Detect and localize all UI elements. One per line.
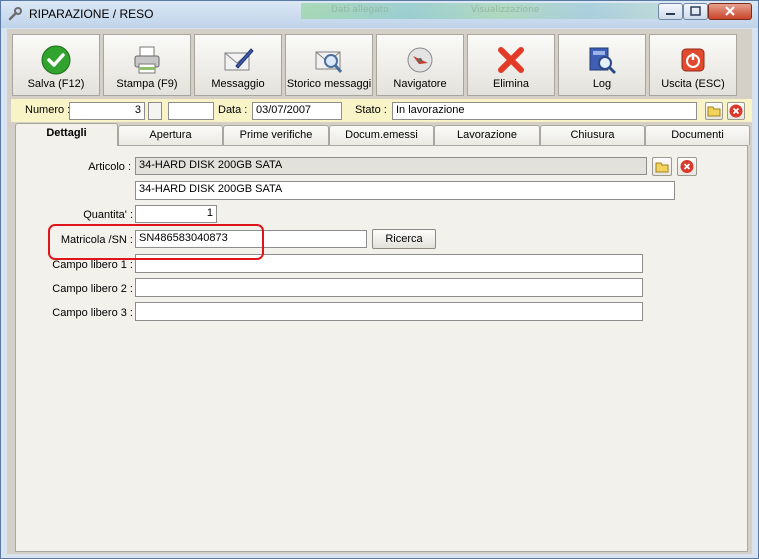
quantita-field[interactable]: 1 bbox=[135, 205, 217, 223]
clear-icon bbox=[680, 160, 694, 173]
check-icon bbox=[41, 45, 71, 75]
maximize-button[interactable] bbox=[683, 3, 708, 20]
data-label: Data : bbox=[218, 104, 248, 116]
numero-extra-field[interactable] bbox=[168, 102, 214, 120]
campo-libero-1-label: Campo libero 1 : bbox=[52, 259, 133, 271]
close-icon bbox=[725, 6, 735, 16]
log-button[interactable]: Log bbox=[558, 34, 646, 96]
stato-clear-button[interactable] bbox=[727, 102, 745, 120]
ricerca-button[interactable]: Ricerca bbox=[372, 229, 436, 249]
info-bar: Numero : 3 Data : 03/07/2007 Stato : In … bbox=[11, 99, 752, 122]
uscita-button[interactable]: Uscita (ESC) bbox=[649, 34, 737, 96]
navigatore-label: Navigatore bbox=[393, 78, 447, 90]
stato-field[interactable]: In lavorazione bbox=[392, 102, 697, 120]
dettagli-panel bbox=[15, 145, 748, 552]
navigatore-button[interactable]: Navigatore bbox=[376, 34, 464, 96]
campo-libero-3-label: Campo libero 3 : bbox=[52, 307, 133, 319]
elimina-label: Elimina bbox=[492, 78, 530, 90]
articolo-description-field[interactable]: 34-HARD DISK 200GB SATA bbox=[135, 181, 675, 200]
stato-browse-button[interactable] bbox=[705, 102, 723, 120]
stampa-label: Stampa (F9) bbox=[116, 78, 178, 90]
window-title: RIPARAZIONE / RESO bbox=[29, 7, 154, 21]
matricola-highlight-annotation bbox=[48, 224, 264, 260]
tab-docum-emessi[interactable]: Docum.emessi bbox=[329, 125, 434, 145]
title-bar[interactable]: Dati allegato Visualizzazione RIPARAZION… bbox=[1, 1, 758, 28]
quantita-label: Quantita' : bbox=[83, 209, 133, 221]
campo-libero-3-field[interactable] bbox=[135, 302, 643, 321]
folder-icon bbox=[655, 162, 669, 173]
delete-x-icon bbox=[498, 47, 524, 73]
folder-icon bbox=[707, 106, 721, 117]
storico-messaggi-button[interactable]: Storico messaggi bbox=[285, 34, 373, 96]
elimina-button[interactable]: Elimina bbox=[467, 34, 555, 96]
tab-prime-verifiche[interactable]: Prime verifiche bbox=[223, 125, 329, 145]
printer-icon bbox=[134, 46, 160, 74]
articolo-browse-button[interactable] bbox=[652, 157, 672, 176]
wrench-icon bbox=[8, 7, 22, 21]
log-label: Log bbox=[592, 78, 612, 90]
numero-suffix-field[interactable] bbox=[148, 102, 162, 120]
blurred-text: Dati allegato bbox=[331, 5, 389, 15]
blurred-text: Visualizzazione bbox=[471, 5, 540, 15]
minimize-icon bbox=[666, 13, 675, 15]
window: Dati allegato Visualizzazione RIPARAZION… bbox=[0, 0, 759, 559]
clear-icon bbox=[729, 104, 743, 118]
salva-label: Salva (F12) bbox=[27, 78, 85, 90]
uscita-label: Uscita (ESC) bbox=[661, 78, 725, 90]
tab-dettagli[interactable]: Dettagli bbox=[15, 123, 118, 146]
power-icon bbox=[681, 48, 705, 72]
stato-label: Stato : bbox=[355, 104, 387, 116]
tab-apertura[interactable]: Apertura bbox=[118, 125, 223, 145]
campo-libero-2-label: Campo libero 2 : bbox=[52, 283, 133, 295]
messaggio-button[interactable]: Messaggio bbox=[194, 34, 282, 96]
articolo-label: Articolo : bbox=[88, 161, 131, 173]
tab-bar: Dettagli Apertura Prime verifiche Docum.… bbox=[15, 123, 752, 146]
envelope-search-icon bbox=[315, 51, 343, 73]
close-button[interactable] bbox=[708, 3, 752, 20]
messaggio-label: Messaggio bbox=[211, 78, 265, 90]
toolbar: Salva (F12) Stampa (F9) Messaggio Storic… bbox=[9, 32, 750, 97]
navigator-icon bbox=[407, 47, 433, 73]
book-search-icon bbox=[589, 47, 617, 75]
numero-field[interactable]: 3 bbox=[69, 102, 145, 120]
blurred-background-band: Dati allegato Visualizzazione bbox=[301, 3, 661, 19]
articolo-clear-button[interactable] bbox=[677, 157, 697, 176]
minimize-button[interactable] bbox=[658, 3, 683, 20]
campo-libero-2-field[interactable] bbox=[135, 278, 643, 297]
tab-lavorazione[interactable]: Lavorazione bbox=[434, 125, 540, 145]
envelope-pen-icon bbox=[224, 48, 254, 71]
data-field[interactable]: 03/07/2007 bbox=[252, 102, 342, 120]
numero-label: Numero : bbox=[25, 104, 71, 116]
articolo-field[interactable]: 34-HARD DISK 200GB SATA bbox=[135, 157, 647, 175]
tab-documenti[interactable]: Documenti bbox=[645, 125, 750, 145]
stampa-button[interactable]: Stampa (F9) bbox=[103, 34, 191, 96]
maximize-icon bbox=[690, 6, 701, 16]
tab-chiusura[interactable]: Chiusura bbox=[540, 125, 645, 145]
salva-button[interactable]: Salva (F12) bbox=[12, 34, 100, 96]
storico-messaggi-label: Storico messaggi bbox=[286, 78, 372, 90]
